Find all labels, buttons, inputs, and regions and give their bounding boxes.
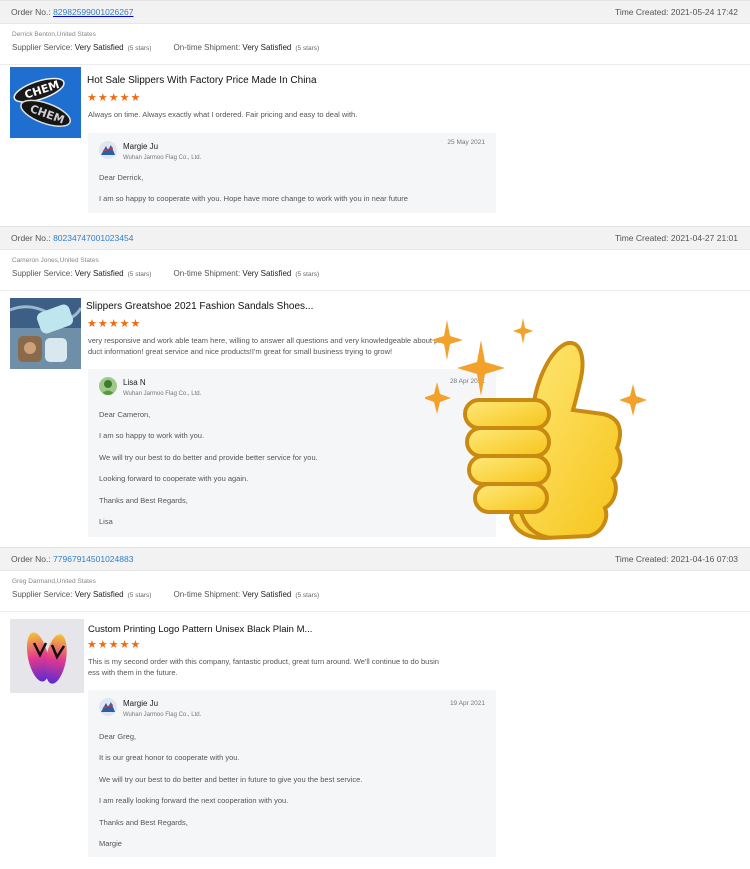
star-icon: ★ [108, 92, 119, 104]
order-number-link[interactable]: 77967914501024883 [53, 554, 133, 564]
product-image[interactable]: CHEM CHEM [10, 67, 81, 138]
product-title[interactable]: Slippers Greatshoe 2021 Fashion Sandals … [86, 301, 313, 312]
order-header: Order No.: 80234747001023454 Time Create… [0, 226, 750, 250]
divider [0, 290, 750, 291]
buyer-name: Cameron Jones,United States [12, 257, 99, 264]
reply-date: 25 May 2021 [447, 139, 485, 146]
time-created: Time Created: 2021-04-27 21:01 [614, 233, 738, 243]
seller-reply: Margie Ju Wuhan Jarmoo Flag Co., Ltd. 25… [88, 133, 496, 213]
ratings-row: Supplier Service: Very Satisfied (5 stars… [12, 43, 320, 52]
divider [0, 611, 750, 612]
rating-stars: ★ ★ ★ ★ ★ [87, 640, 140, 651]
star-icon: ★ [108, 639, 119, 651]
reply-date: 19 Apr 2021 [449, 700, 485, 707]
ratings-row: Supplier Service: Very Satisfied (5 stars… [12, 269, 320, 278]
reply-author: Lisa N [123, 378, 146, 387]
order-number-link[interactable]: 80234747001023454 [53, 233, 133, 243]
star-icon: ★ [97, 318, 108, 330]
buyer-name: Derrick Benton,United States [12, 31, 96, 38]
order-number-link[interactable]: 82982599001026267 [53, 7, 133, 17]
review-comment: This is my second order with this compan… [88, 657, 439, 677]
buyer-name: Greg Darmand,United States [12, 578, 96, 585]
reply-text: Dear Cameron, I am so happy to work with… [99, 410, 318, 526]
reply-text: Dear Derrick, I am so happy to cooperate… [99, 173, 408, 204]
product-image[interactable] [10, 619, 84, 693]
reply-text: Dear Greg, It is our great honor to coop… [99, 732, 363, 848]
star-icon: ★ [97, 639, 108, 651]
product-title[interactable]: Custom Printing Logo Pattern Unisex Blac… [88, 624, 312, 635]
rating-stars: ★ ★ ★ ★ ★ [87, 93, 140, 104]
star-icon: ★ [87, 639, 97, 651]
seller-reply: Margie Ju Wuhan Jarmoo Flag Co., Ltd. 19… [88, 690, 496, 857]
reply-author: Margie Ju [123, 142, 159, 151]
product-image[interactable] [10, 298, 81, 369]
reply-company: Wuhan Jarmoo Flag Co., Ltd. [123, 391, 202, 397]
order-number: Order No.: 77967914501024883 [11, 554, 134, 564]
ratings-row: Supplier Service: Very Satisfied (5 stars… [12, 590, 320, 599]
avatar [99, 377, 117, 395]
order-number: Order No.: 82982599001026267 [11, 7, 134, 17]
time-created: Time Created: 2021-04-16 07:03 [614, 554, 738, 564]
star-icon: ★ [87, 318, 97, 330]
star-icon: ★ [119, 318, 130, 330]
star-icon: ★ [108, 318, 119, 330]
star-icon: ★ [130, 639, 141, 651]
reply-author: Margie Ju [123, 699, 159, 708]
star-icon: ★ [119, 92, 130, 104]
time-created: Time Created: 2021-05-24 17:42 [614, 7, 738, 17]
divider [0, 64, 750, 65]
rating-stars: ★ ★ ★ ★ ★ [87, 319, 140, 330]
star-icon: ★ [87, 92, 97, 104]
thumbs-up-icon [423, 318, 650, 548]
star-icon: ★ [97, 92, 108, 104]
order-header: Order No.: 77967914501024883 Time Create… [0, 547, 750, 571]
reply-company: Wuhan Jarmoo Flag Co., Ltd. [123, 712, 202, 718]
star-icon: ★ [119, 639, 130, 651]
order-header: Order No.: 82982599001026267 Time Create… [0, 0, 750, 24]
order-number: Order No.: 80234747001023454 [11, 233, 134, 243]
review-comment: Always on time. Always exactly what I or… [88, 110, 358, 119]
product-title[interactable]: Hot Sale Slippers With Factory Price Mad… [87, 75, 317, 86]
star-icon: ★ [130, 318, 141, 330]
reply-company: Wuhan Jarmoo Flag Co., Ltd. [123, 155, 202, 161]
star-icon: ★ [130, 92, 141, 104]
avatar [99, 141, 117, 159]
avatar [99, 698, 117, 716]
review-comment: very responsive and work able team here,… [88, 336, 445, 356]
